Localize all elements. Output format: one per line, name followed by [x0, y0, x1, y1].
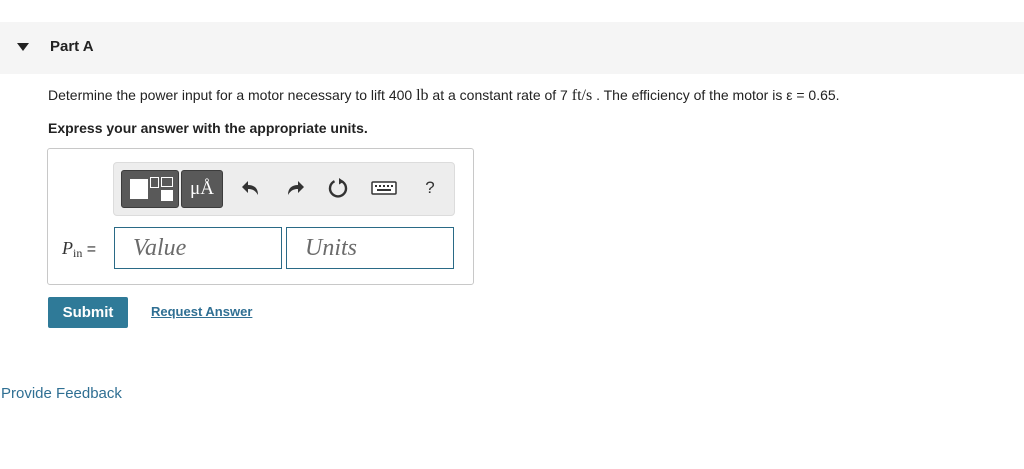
value-field-box — [114, 227, 282, 269]
units-input[interactable] — [287, 228, 453, 268]
variable-subscript: in — [73, 246, 83, 260]
part-title: Part A — [50, 38, 94, 55]
weight-unit: lb — [416, 87, 429, 104]
request-answer-link[interactable]: Request Answer — [151, 304, 252, 319]
value-input[interactable] — [115, 228, 281, 268]
units-button[interactable]: μÅ — [181, 170, 223, 208]
question-middle: at a constant rate of 7 — [432, 87, 568, 103]
answer-instruction: Express your answer with the appropriate… — [48, 120, 368, 136]
collapse-caret-icon[interactable] — [17, 43, 29, 51]
reset-icon[interactable] — [326, 176, 350, 200]
question-text: Determine the power input for a motor ne… — [48, 87, 840, 105]
variable-symbol: P — [62, 238, 73, 258]
templates-button[interactable] — [121, 170, 179, 208]
units-field-box — [286, 227, 454, 269]
undo-icon[interactable] — [240, 176, 264, 200]
keyboard-icon[interactable] — [370, 176, 398, 200]
provide-feedback-link[interactable]: Provide Feedback — [1, 385, 122, 402]
part-header[interactable] — [0, 22, 1024, 74]
help-icon[interactable]: ? — [418, 176, 442, 200]
question-prefix: Determine the power input for a motor ne… — [48, 87, 413, 103]
question-suffix: . The efficiency of the motor is ε = 0.6… — [596, 87, 840, 103]
answer-variable-label: Pin = — [62, 238, 97, 260]
redo-icon[interactable] — [282, 176, 306, 200]
submit-button[interactable]: Submit — [48, 297, 128, 328]
rate-unit: ft/s — [571, 87, 593, 104]
equals-sign: = — [86, 241, 97, 258]
